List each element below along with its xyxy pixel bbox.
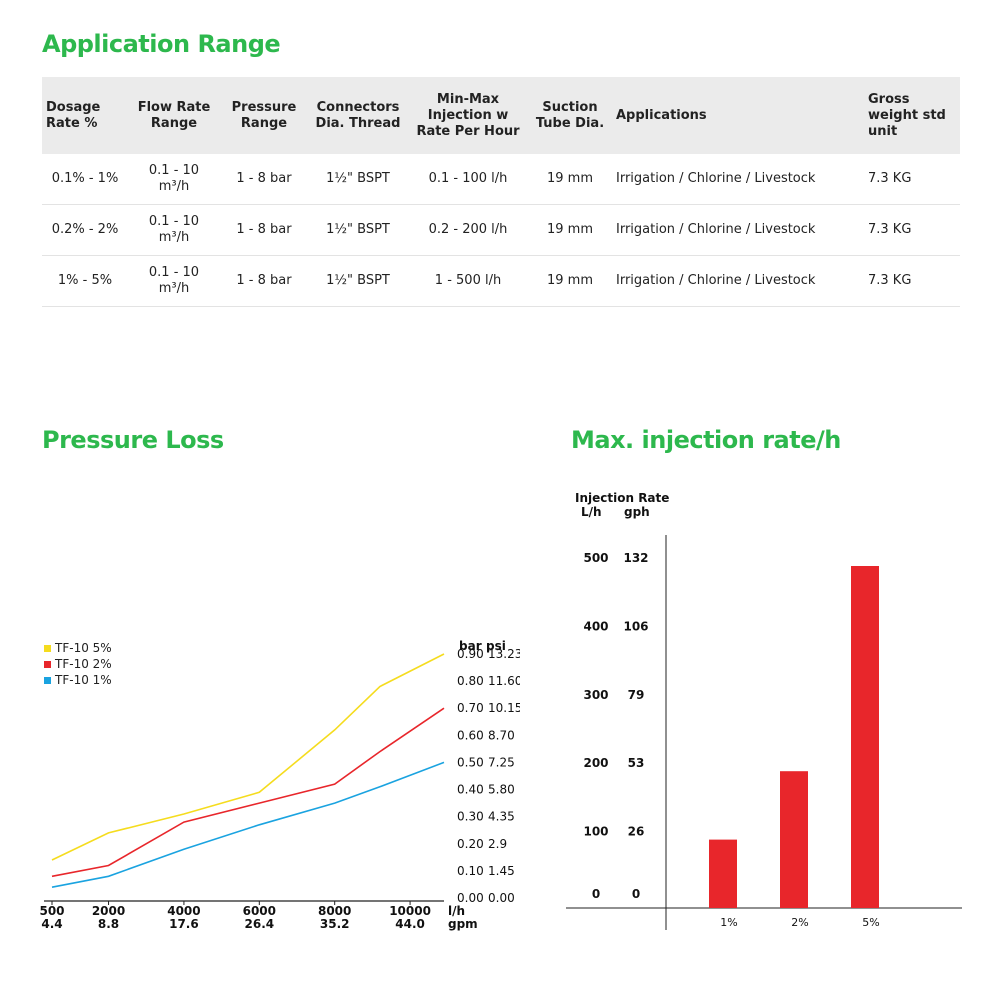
cell-pressure: 1 - 8 bar xyxy=(220,255,308,307)
y-tick-label-lh: 200 xyxy=(583,756,608,770)
cell-dosage: 0.2% - 2% xyxy=(42,204,128,256)
y-tick-label-gph: 53 xyxy=(628,756,645,770)
y-axis-unit-lh: L/h xyxy=(581,505,602,519)
cell-flow: 0.1 - 10 m³/h xyxy=(128,255,220,307)
y-tick-label-bar: 0.90 xyxy=(457,647,484,661)
x-tick-label: 10000 xyxy=(389,904,431,918)
x-tick-label: 5% xyxy=(862,916,879,929)
header-applications: Applications xyxy=(612,77,864,154)
x-tick-label: 2% xyxy=(791,916,808,929)
bar xyxy=(780,771,808,908)
y-tick-label-gph: 132 xyxy=(623,551,648,565)
bar xyxy=(851,566,879,908)
y-tick-label-gph: 106 xyxy=(623,619,648,633)
table-header-row: Dosage Rate % Flow Rate Range Pressure R… xyxy=(42,77,960,154)
cell-injection: 0.1 - 100 l/h xyxy=(408,154,528,205)
cell-connectors: 1½" BSPT xyxy=(308,255,408,307)
cell-dosage: 1% - 5% xyxy=(42,255,128,307)
y-tick-label-bar: 0.70 xyxy=(457,701,484,715)
y-tick-label-bar: 0.30 xyxy=(457,810,484,824)
cell-weight: 7.3 KG xyxy=(864,154,960,205)
y-tick-label-lh: 400 xyxy=(583,619,608,633)
y-tick-label-bar: 0.50 xyxy=(457,755,484,769)
cell-applications: Irrigation / Chlorine / Livestock xyxy=(612,154,864,205)
cell-weight: 7.3 KG xyxy=(864,255,960,307)
x-axis-unit-gpm: gpm xyxy=(448,917,478,931)
y-tick-label-psi: 11.60 xyxy=(488,674,520,688)
header-weight: Gross weight std unit xyxy=(864,77,960,154)
x-tick-label-gpm: 26.4 xyxy=(245,917,275,931)
cell-dosage: 0.1% - 1% xyxy=(42,154,128,205)
header-suction: Suction Tube Dia. xyxy=(528,77,612,154)
y-tick-label-gph: 26 xyxy=(628,825,645,839)
header-dosage: Dosage Rate % xyxy=(42,77,128,154)
injection-rate-title: Max. injection rate/h xyxy=(571,426,841,454)
y-tick-label-bar: 0.10 xyxy=(457,864,484,878)
pressure-loss-title: Pressure Loss xyxy=(42,426,224,454)
cell-injection: 1 - 500 l/h xyxy=(408,255,528,307)
y-tick-label-bar: 0.60 xyxy=(457,728,484,742)
cell-applications: Irrigation / Chlorine / Livestock xyxy=(612,204,864,256)
y-axis-label: Injection Rate xyxy=(575,491,669,505)
y-tick-label-psi: 4.35 xyxy=(488,810,515,824)
y-tick-label-lh: 300 xyxy=(583,688,608,702)
cell-weight: 7.3 KG xyxy=(864,204,960,256)
y-tick-label-gph: 79 xyxy=(628,688,645,702)
y-tick-label-lh: 500 xyxy=(583,551,608,565)
injection-rate-chart: Injection RateL/h gph 0 0 100 26 200 53 300 79 400… xyxy=(566,491,962,930)
cell-pressure: 1 - 8 bar xyxy=(220,154,308,205)
series-line xyxy=(51,761,445,888)
x-tick-label: 6000 xyxy=(243,904,276,918)
header-flow-rate: Flow Rate Range xyxy=(128,77,220,154)
x-tick-label-gpm: 4.4 xyxy=(41,917,62,931)
cell-suction: 19 mm xyxy=(528,154,612,205)
y-tick-label-psi: 7.25 xyxy=(488,755,515,769)
application-range-title: Application Range xyxy=(42,30,281,58)
y-tick-label-psi: 0.00 xyxy=(488,891,515,905)
cell-applications: Irrigation / Chlorine / Livestock xyxy=(612,255,864,307)
y-tick-label-bar: 0.00 xyxy=(457,891,484,905)
y-tick-label-psi: 1.45 xyxy=(488,864,515,878)
header-connectors: Connectors Dia. Thread xyxy=(308,77,408,154)
cell-connectors: 1½" BSPT xyxy=(308,154,408,205)
header-pressure: Pressure Range xyxy=(220,77,308,154)
table-row: 0.1% - 1% 0.1 - 10 m³/h 1 - 8 bar 1½" BS… xyxy=(42,154,960,205)
x-tick-label: 4000 xyxy=(167,904,200,918)
x-axis-unit-lh: l/h xyxy=(448,904,465,918)
cell-injection: 0.2 - 200 l/h xyxy=(408,204,528,256)
x-tick-label: 500 xyxy=(39,904,64,918)
cell-flow: 0.1 - 10 m³/h xyxy=(128,204,220,256)
y-tick-label-bar: 0.20 xyxy=(457,837,484,851)
pressure-loss-chart: 5004.4 20008.8 400017.6 600026.4 800035.2 100… xyxy=(39,639,520,931)
table-row: 1% - 5% 0.1 - 10 m³/h 1 - 8 bar 1½" BSPT… xyxy=(42,255,960,307)
application-range-table: Dosage Rate % Flow Rate Range Pressure R… xyxy=(42,77,960,307)
y-tick-label-psi: 8.70 xyxy=(488,728,515,742)
x-tick-label-gpm: 35.2 xyxy=(320,917,350,931)
y-axis-unit-gph: gph xyxy=(624,505,650,519)
x-tick-label-gpm: 8.8 xyxy=(98,917,119,931)
y-tick-label-psi: 2.9 xyxy=(488,837,507,851)
x-tick-label-gpm: 44.0 xyxy=(395,917,425,931)
y-tick-label-lh: 0 xyxy=(592,887,600,901)
y-tick-label-bar: 0.40 xyxy=(457,783,484,797)
cell-pressure: 1 - 8 bar xyxy=(220,204,308,256)
cell-connectors: 1½" BSPT xyxy=(308,204,408,256)
x-tick-label: 2000 xyxy=(92,904,125,918)
cell-suction: 19 mm xyxy=(528,204,612,256)
y-tick-label-gph: 0 xyxy=(632,887,640,901)
y-tick-label-psi: 5.80 xyxy=(488,783,515,797)
x-tick-label-gpm: 17.6 xyxy=(169,917,199,931)
cell-flow: 0.1 - 10 m³/h xyxy=(128,154,220,205)
y-tick-label-psi: 10.15 xyxy=(488,701,520,715)
cell-suction: 19 mm xyxy=(528,255,612,307)
series-line xyxy=(51,707,445,878)
y-tick-label-lh: 100 xyxy=(583,825,608,839)
x-tick-label: 8000 xyxy=(318,904,351,918)
y-tick-label-psi: 13.23 xyxy=(488,647,520,661)
header-injection: Min-Max Injection w Rate Per Hour xyxy=(408,77,528,154)
x-tick-label: 1% xyxy=(720,916,737,929)
table-row: 0.2% - 2% 0.1 - 10 m³/h 1 - 8 bar 1½" BS… xyxy=(42,204,960,256)
bar xyxy=(709,839,737,908)
y-tick-label-bar: 0.80 xyxy=(457,674,484,688)
